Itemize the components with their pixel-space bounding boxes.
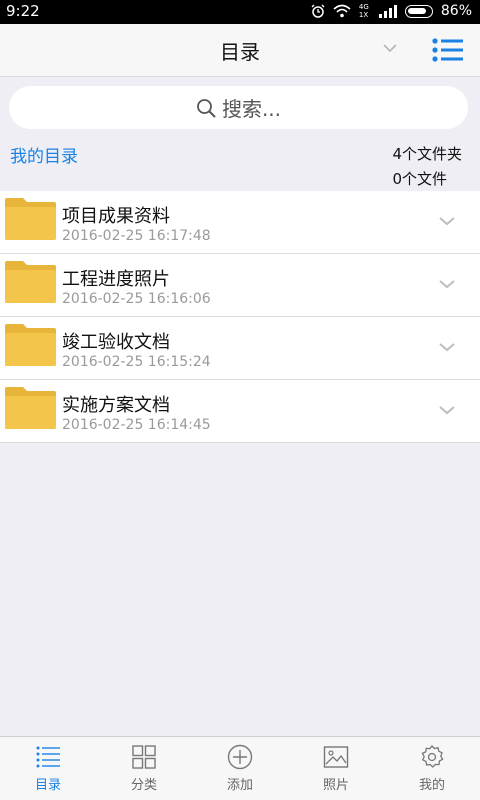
tab-photos[interactable]: 照片 <box>288 737 384 800</box>
folder-icon <box>5 324 56 366</box>
file-count: 0个文件 <box>392 170 447 188</box>
tab-label: 我的 <box>418 778 445 793</box>
tab-directory[interactable]: 目录 <box>0 737 96 800</box>
list-menu-icon[interactable] <box>432 37 464 63</box>
gear-icon <box>421 745 444 768</box>
wifi-icon <box>333 4 351 18</box>
battery-level: 86% <box>440 3 472 19</box>
folder-icon <box>5 261 56 303</box>
search-input[interactable]: 搜索... <box>9 86 468 129</box>
chevron-down-icon[interactable] <box>380 38 400 58</box>
folder-icon <box>5 198 56 240</box>
list-item[interactable]: 实施方案文档 2016-02-25 16:14:45 <box>0 380 480 443</box>
folder-date: 2016-02-25 16:15:24 <box>62 354 211 370</box>
status-bar: 9:22 4G 1X 86% <box>0 0 480 24</box>
list-item[interactable]: 工程进度照片 2016-02-25 16:16:06 <box>0 254 480 317</box>
bottom-tab-bar: 目录 分类 添加 照片 我的 <box>0 736 480 800</box>
folder-name: 项目成果资料 <box>62 206 170 227</box>
folder-list: 项目成果资料 2016-02-25 16:17:48 工程进度照片 2016-0… <box>0 191 480 443</box>
tab-label: 照片 <box>322 778 349 793</box>
folder-date: 2016-02-25 16:16:06 <box>62 291 211 307</box>
folder-date: 2016-02-25 16:17:48 <box>62 228 211 244</box>
chevron-down-icon[interactable] <box>438 277 456 291</box>
chevron-down-icon[interactable] <box>438 214 456 228</box>
network-label: 4G 1X <box>358 3 369 19</box>
tab-category[interactable]: 分类 <box>96 737 192 800</box>
tab-label: 分类 <box>130 778 157 793</box>
folder-count: 4个文件夹 <box>392 145 462 163</box>
my-directory-link[interactable]: 我的目录 <box>10 142 78 167</box>
photo-icon <box>323 746 349 768</box>
tab-mine[interactable]: 我的 <box>384 737 480 800</box>
chevron-down-icon[interactable] <box>438 340 456 354</box>
header: 目录 <box>0 24 480 77</box>
list-item[interactable]: 项目成果资料 2016-02-25 16:17:48 <box>0 191 480 254</box>
folder-date: 2016-02-25 16:14:45 <box>62 417 211 433</box>
directory-summary: 我的目录 4个文件夹 0个文件 <box>0 139 480 191</box>
signal-icon <box>378 4 397 18</box>
folder-name: 工程进度照片 <box>62 269 170 290</box>
chevron-down-icon[interactable] <box>438 403 456 417</box>
tab-add[interactable]: 添加 <box>192 737 288 800</box>
counts: 4个文件夹 0个文件 <box>392 142 462 192</box>
list-item[interactable]: 竣工验收文档 2016-02-25 16:15:24 <box>0 317 480 380</box>
folder-name: 竣工验收文档 <box>62 332 170 353</box>
tab-label: 添加 <box>226 778 253 793</box>
status-time: 9:22 <box>6 2 40 20</box>
tab-label: 目录 <box>34 778 61 793</box>
folder-icon <box>5 387 56 429</box>
search-bar-container: 搜索... <box>0 77 480 139</box>
plus-circle-icon <box>227 744 253 770</box>
grid-icon <box>132 745 156 769</box>
alarm-icon <box>311 4 325 18</box>
battery-icon <box>404 4 433 18</box>
page-title: 目录 <box>220 40 260 64</box>
folder-name: 实施方案文档 <box>62 395 170 416</box>
status-icons: 4G 1X 86% <box>311 3 472 19</box>
search-placeholder: 搜索... <box>221 97 282 121</box>
list-icon <box>36 746 60 768</box>
search-icon <box>197 98 216 118</box>
